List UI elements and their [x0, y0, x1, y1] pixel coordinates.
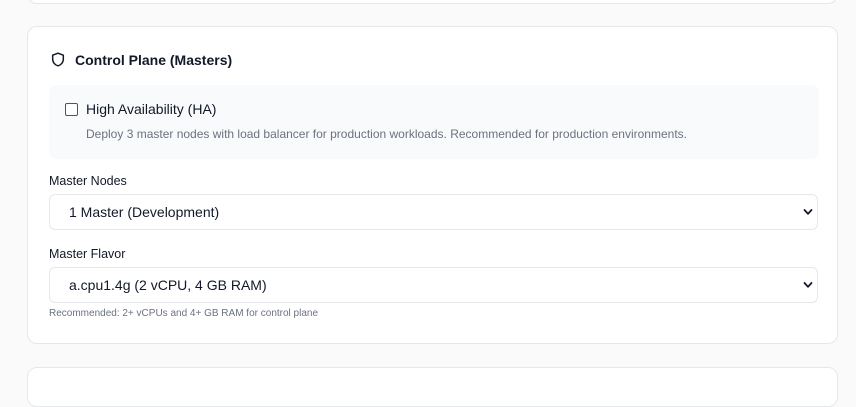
master-nodes-value: 1 Master (Development): [69, 204, 220, 220]
section-title: Control Plane (Masters): [75, 51, 233, 68]
master-flavor-value: a.cpu1.4g (2 vCPU, 4 GB RAM): [69, 277, 267, 293]
ha-description: Deploy 3 master nodes with load balancer…: [86, 127, 687, 141]
chevron-down-icon: [803, 282, 813, 288]
ha-option-box: High Availability (HA) Deploy 3 master n…: [49, 85, 819, 159]
control-plane-card: Control Plane (Masters) High Availabilit…: [27, 26, 838, 344]
ha-label[interactable]: High Availability (HA): [86, 101, 216, 117]
master-nodes-select[interactable]: 1 Master (Development): [49, 194, 818, 230]
master-flavor-hint: Recommended: 2+ vCPUs and 4+ GB RAM for …: [49, 308, 319, 319]
ha-checkbox[interactable]: [65, 103, 78, 116]
master-flavor-select[interactable]: a.cpu1.4g (2 vCPU, 4 GB RAM): [49, 267, 818, 303]
section-header: Control Plane (Masters): [50, 51, 232, 68]
shield-icon: [51, 52, 65, 67]
next-section-card: [27, 367, 838, 407]
master-flavor-label: Master Flavor: [49, 247, 126, 261]
master-nodes-label: Master Nodes: [49, 174, 127, 188]
previous-section-card: [27, 0, 838, 4]
chevron-down-icon: [803, 209, 813, 215]
